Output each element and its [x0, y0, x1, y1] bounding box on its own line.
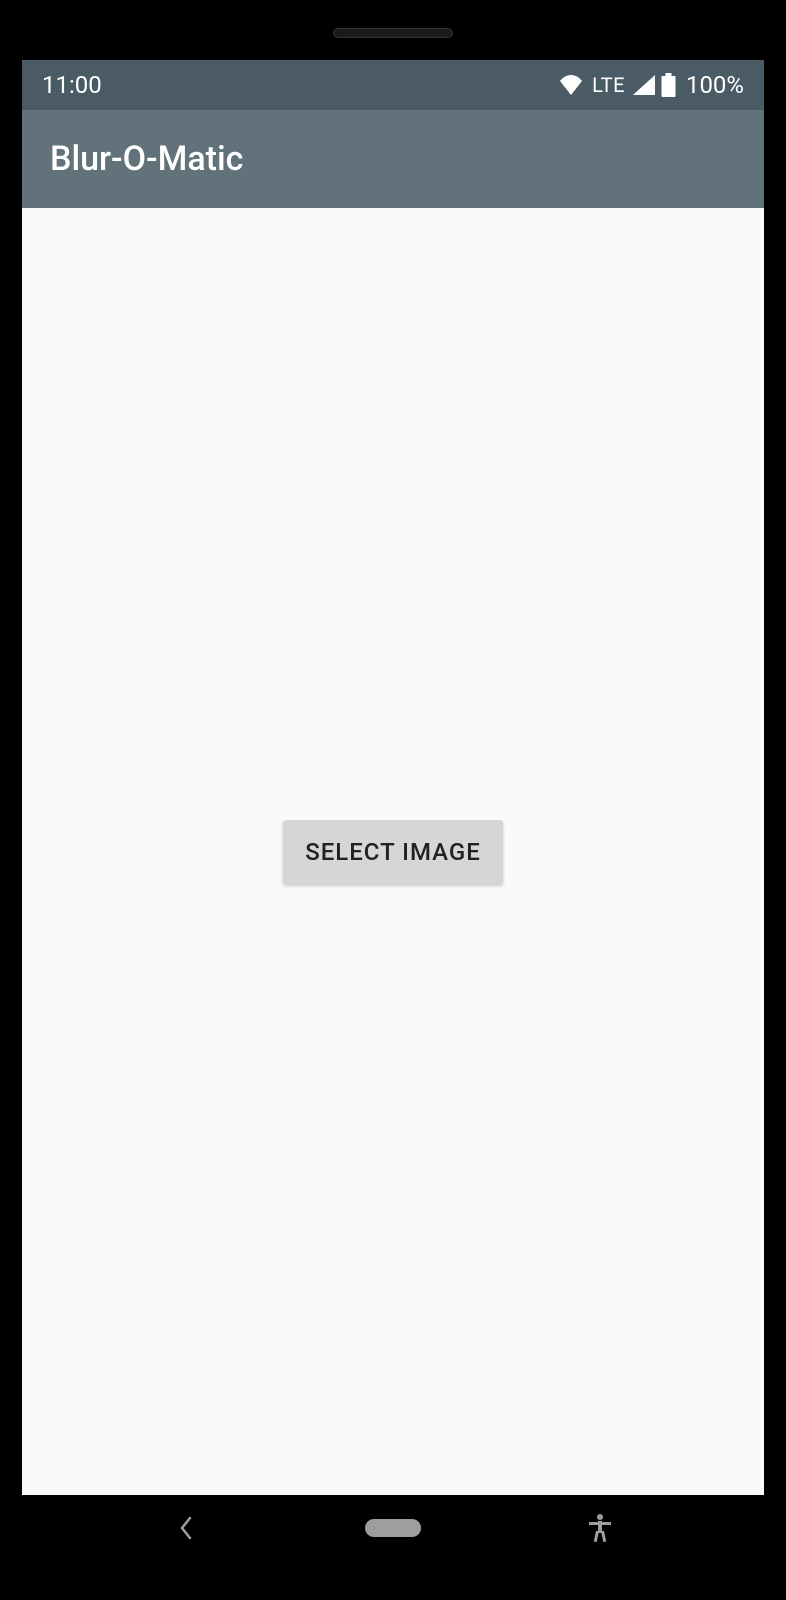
status-bar: 11:00 LTE	[22, 60, 764, 110]
wifi-icon	[558, 75, 584, 95]
app-title: Blur-O-Matic	[50, 139, 243, 179]
status-time: 11:00	[42, 71, 102, 99]
status-right: LTE 100%	[558, 71, 744, 99]
content-area: SELECT IMAGE	[22, 208, 764, 1495]
device-frame: 11:00 LTE	[0, 0, 786, 1600]
nav-back-button[interactable]	[156, 1498, 216, 1558]
network-label: LTE	[592, 73, 625, 97]
home-pill-icon	[365, 1519, 421, 1537]
battery-icon	[661, 73, 676, 97]
nav-accessibility-button[interactable]	[570, 1498, 630, 1558]
battery-percent: 100%	[686, 71, 744, 99]
nav-home-button[interactable]	[363, 1498, 423, 1558]
select-image-button[interactable]: SELECT IMAGE	[283, 820, 503, 884]
screen: 11:00 LTE	[22, 60, 764, 1495]
navigation-bar	[22, 1495, 764, 1560]
speaker-slot	[333, 28, 453, 38]
signal-icon	[633, 75, 655, 95]
app-bar: Blur-O-Matic	[22, 110, 764, 208]
status-left: 11:00	[42, 71, 102, 99]
